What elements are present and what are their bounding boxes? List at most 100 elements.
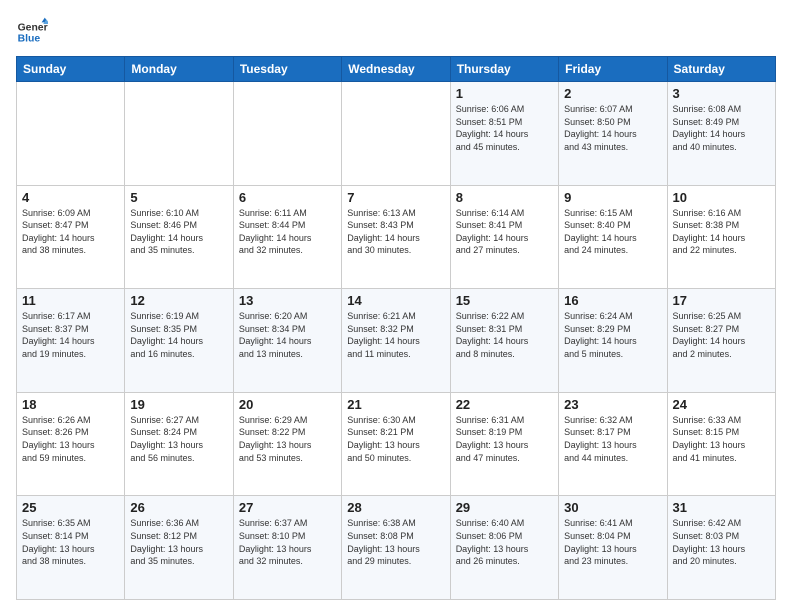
calendar-cell: 30 Sunrise: 6:41 AM Sunset: 8:04 PM Dayli… <box>559 496 667 600</box>
col-header-monday: Monday <box>125 57 233 82</box>
day-number: 17 <box>673 293 770 308</box>
logo: General Blue <box>16 16 52 48</box>
day-number: 19 <box>130 397 227 412</box>
calendar-header-row: SundayMondayTuesdayWednesdayThursdayFrid… <box>17 57 776 82</box>
col-header-saturday: Saturday <box>667 57 775 82</box>
day-number: 22 <box>456 397 553 412</box>
day-number: 13 <box>239 293 336 308</box>
col-header-sunday: Sunday <box>17 57 125 82</box>
day-number: 5 <box>130 190 227 205</box>
day-detail: Sunrise: 6:36 AM Sunset: 8:12 PM Dayligh… <box>130 517 227 567</box>
calendar-cell <box>17 82 125 186</box>
day-detail: Sunrise: 6:26 AM Sunset: 8:26 PM Dayligh… <box>22 414 119 464</box>
calendar-cell: 14 Sunrise: 6:21 AM Sunset: 8:32 PM Dayli… <box>342 289 450 393</box>
day-detail: Sunrise: 6:41 AM Sunset: 8:04 PM Dayligh… <box>564 517 661 567</box>
day-number: 20 <box>239 397 336 412</box>
day-detail: Sunrise: 6:06 AM Sunset: 8:51 PM Dayligh… <box>456 103 553 153</box>
day-number: 3 <box>673 86 770 101</box>
calendar-week-1: 1 Sunrise: 6:06 AM Sunset: 8:51 PM Daylig… <box>17 82 776 186</box>
calendar-cell: 2Sunrise: 6:07 AM Sunset: 8:50 PM Daylig… <box>559 82 667 186</box>
calendar-cell: 11 Sunrise: 6:17 AM Sunset: 8:37 PM Dayli… <box>17 289 125 393</box>
day-number: 14 <box>347 293 444 308</box>
svg-text:Blue: Blue <box>18 34 41 45</box>
day-detail: Sunrise: 6:24 AM Sunset: 8:29 PM Dayligh… <box>564 310 661 360</box>
day-number: 18 <box>22 397 119 412</box>
day-detail: Sunrise: 6:21 AM Sunset: 8:32 PM Dayligh… <box>347 310 444 360</box>
calendar-cell: 6 Sunrise: 6:11 AM Sunset: 8:44 PM Daylig… <box>233 185 341 289</box>
day-detail: Sunrise: 6:32 AM Sunset: 8:17 PM Dayligh… <box>564 414 661 464</box>
calendar-cell: 9 Sunrise: 6:15 AM Sunset: 8:40 PM Daylig… <box>559 185 667 289</box>
day-number: 25 <box>22 500 119 515</box>
calendar-cell: 21Sunrise: 6:30 AM Sunset: 8:21 PM Dayli… <box>342 392 450 496</box>
calendar-cell: 31 Sunrise: 6:42 AM Sunset: 8:03 PM Dayli… <box>667 496 775 600</box>
col-header-wednesday: Wednesday <box>342 57 450 82</box>
calendar-cell: 10Sunrise: 6:16 AM Sunset: 8:38 PM Dayli… <box>667 185 775 289</box>
calendar-week-4: 18 Sunrise: 6:26 AM Sunset: 8:26 PM Dayli… <box>17 392 776 496</box>
calendar-week-5: 25Sunrise: 6:35 AM Sunset: 8:14 PM Dayli… <box>17 496 776 600</box>
col-header-tuesday: Tuesday <box>233 57 341 82</box>
calendar-cell: 26Sunrise: 6:36 AM Sunset: 8:12 PM Dayli… <box>125 496 233 600</box>
calendar-week-2: 4 Sunrise: 6:09 AM Sunset: 8:47 PM Daylig… <box>17 185 776 289</box>
calendar-cell: 29Sunrise: 6:40 AM Sunset: 8:06 PM Dayli… <box>450 496 558 600</box>
day-detail: Sunrise: 6:08 AM Sunset: 8:49 PM Dayligh… <box>673 103 770 153</box>
calendar-cell: 3 Sunrise: 6:08 AM Sunset: 8:49 PM Daylig… <box>667 82 775 186</box>
day-detail: Sunrise: 6:17 AM Sunset: 8:37 PM Dayligh… <box>22 310 119 360</box>
day-detail: Sunrise: 6:10 AM Sunset: 8:46 PM Dayligh… <box>130 207 227 257</box>
day-number: 21 <box>347 397 444 412</box>
day-detail: Sunrise: 6:15 AM Sunset: 8:40 PM Dayligh… <box>564 207 661 257</box>
day-number: 12 <box>130 293 227 308</box>
calendar-cell: 27Sunrise: 6:37 AM Sunset: 8:10 PM Dayli… <box>233 496 341 600</box>
day-number: 30 <box>564 500 661 515</box>
calendar-cell: 25Sunrise: 6:35 AM Sunset: 8:14 PM Dayli… <box>17 496 125 600</box>
day-detail: Sunrise: 6:20 AM Sunset: 8:34 PM Dayligh… <box>239 310 336 360</box>
day-number: 9 <box>564 190 661 205</box>
day-detail: Sunrise: 6:22 AM Sunset: 8:31 PM Dayligh… <box>456 310 553 360</box>
day-number: 24 <box>673 397 770 412</box>
day-detail: Sunrise: 6:19 AM Sunset: 8:35 PM Dayligh… <box>130 310 227 360</box>
col-header-friday: Friday <box>559 57 667 82</box>
calendar-cell: 8 Sunrise: 6:14 AM Sunset: 8:41 PM Daylig… <box>450 185 558 289</box>
calendar-cell: 5 Sunrise: 6:10 AM Sunset: 8:46 PM Daylig… <box>125 185 233 289</box>
page: General Blue SundayMondayTuesdayWednesda… <box>0 0 792 612</box>
day-detail: Sunrise: 6:13 AM Sunset: 8:43 PM Dayligh… <box>347 207 444 257</box>
calendar-cell: 17Sunrise: 6:25 AM Sunset: 8:27 PM Dayli… <box>667 289 775 393</box>
calendar-cell: 19Sunrise: 6:27 AM Sunset: 8:24 PM Dayli… <box>125 392 233 496</box>
calendar-cell: 20 Sunrise: 6:29 AM Sunset: 8:22 PM Dayli… <box>233 392 341 496</box>
calendar-cell: 28Sunrise: 6:38 AM Sunset: 8:08 PM Dayli… <box>342 496 450 600</box>
calendar-cell: 1 Sunrise: 6:06 AM Sunset: 8:51 PM Daylig… <box>450 82 558 186</box>
day-detail: Sunrise: 6:33 AM Sunset: 8:15 PM Dayligh… <box>673 414 770 464</box>
day-number: 8 <box>456 190 553 205</box>
day-number: 1 <box>456 86 553 101</box>
col-header-thursday: Thursday <box>450 57 558 82</box>
day-number: 11 <box>22 293 119 308</box>
day-detail: Sunrise: 6:14 AM Sunset: 8:41 PM Dayligh… <box>456 207 553 257</box>
calendar-week-3: 11 Sunrise: 6:17 AM Sunset: 8:37 PM Dayli… <box>17 289 776 393</box>
day-detail: Sunrise: 6:07 AM Sunset: 8:50 PM Dayligh… <box>564 103 661 153</box>
day-number: 4 <box>22 190 119 205</box>
day-detail: Sunrise: 6:29 AM Sunset: 8:22 PM Dayligh… <box>239 414 336 464</box>
day-number: 10 <box>673 190 770 205</box>
day-number: 15 <box>456 293 553 308</box>
calendar-cell: 4 Sunrise: 6:09 AM Sunset: 8:47 PM Daylig… <box>17 185 125 289</box>
calendar-cell: 16 Sunrise: 6:24 AM Sunset: 8:29 PM Dayli… <box>559 289 667 393</box>
day-number: 23 <box>564 397 661 412</box>
day-detail: Sunrise: 6:38 AM Sunset: 8:08 PM Dayligh… <box>347 517 444 567</box>
calendar-cell: 23 Sunrise: 6:32 AM Sunset: 8:17 PM Dayli… <box>559 392 667 496</box>
day-number: 16 <box>564 293 661 308</box>
calendar-cell: 18 Sunrise: 6:26 AM Sunset: 8:26 PM Dayli… <box>17 392 125 496</box>
day-detail: Sunrise: 6:11 AM Sunset: 8:44 PM Dayligh… <box>239 207 336 257</box>
calendar-cell: 12 Sunrise: 6:19 AM Sunset: 8:35 PM Dayli… <box>125 289 233 393</box>
logo-icon: General Blue <box>16 16 48 48</box>
calendar-cell: 15 Sunrise: 6:22 AM Sunset: 8:31 PM Dayli… <box>450 289 558 393</box>
day-detail: Sunrise: 6:09 AM Sunset: 8:47 PM Dayligh… <box>22 207 119 257</box>
calendar-cell: 22Sunrise: 6:31 AM Sunset: 8:19 PM Dayli… <box>450 392 558 496</box>
calendar-cell: 7 Sunrise: 6:13 AM Sunset: 8:43 PM Daylig… <box>342 185 450 289</box>
day-detail: Sunrise: 6:42 AM Sunset: 8:03 PM Dayligh… <box>673 517 770 567</box>
day-number: 31 <box>673 500 770 515</box>
day-number: 6 <box>239 190 336 205</box>
calendar-table: SundayMondayTuesdayWednesdayThursdayFrid… <box>16 56 776 600</box>
calendar-cell <box>233 82 341 186</box>
calendar-cell: 13 Sunrise: 6:20 AM Sunset: 8:34 PM Dayli… <box>233 289 341 393</box>
day-number: 7 <box>347 190 444 205</box>
day-number: 29 <box>456 500 553 515</box>
